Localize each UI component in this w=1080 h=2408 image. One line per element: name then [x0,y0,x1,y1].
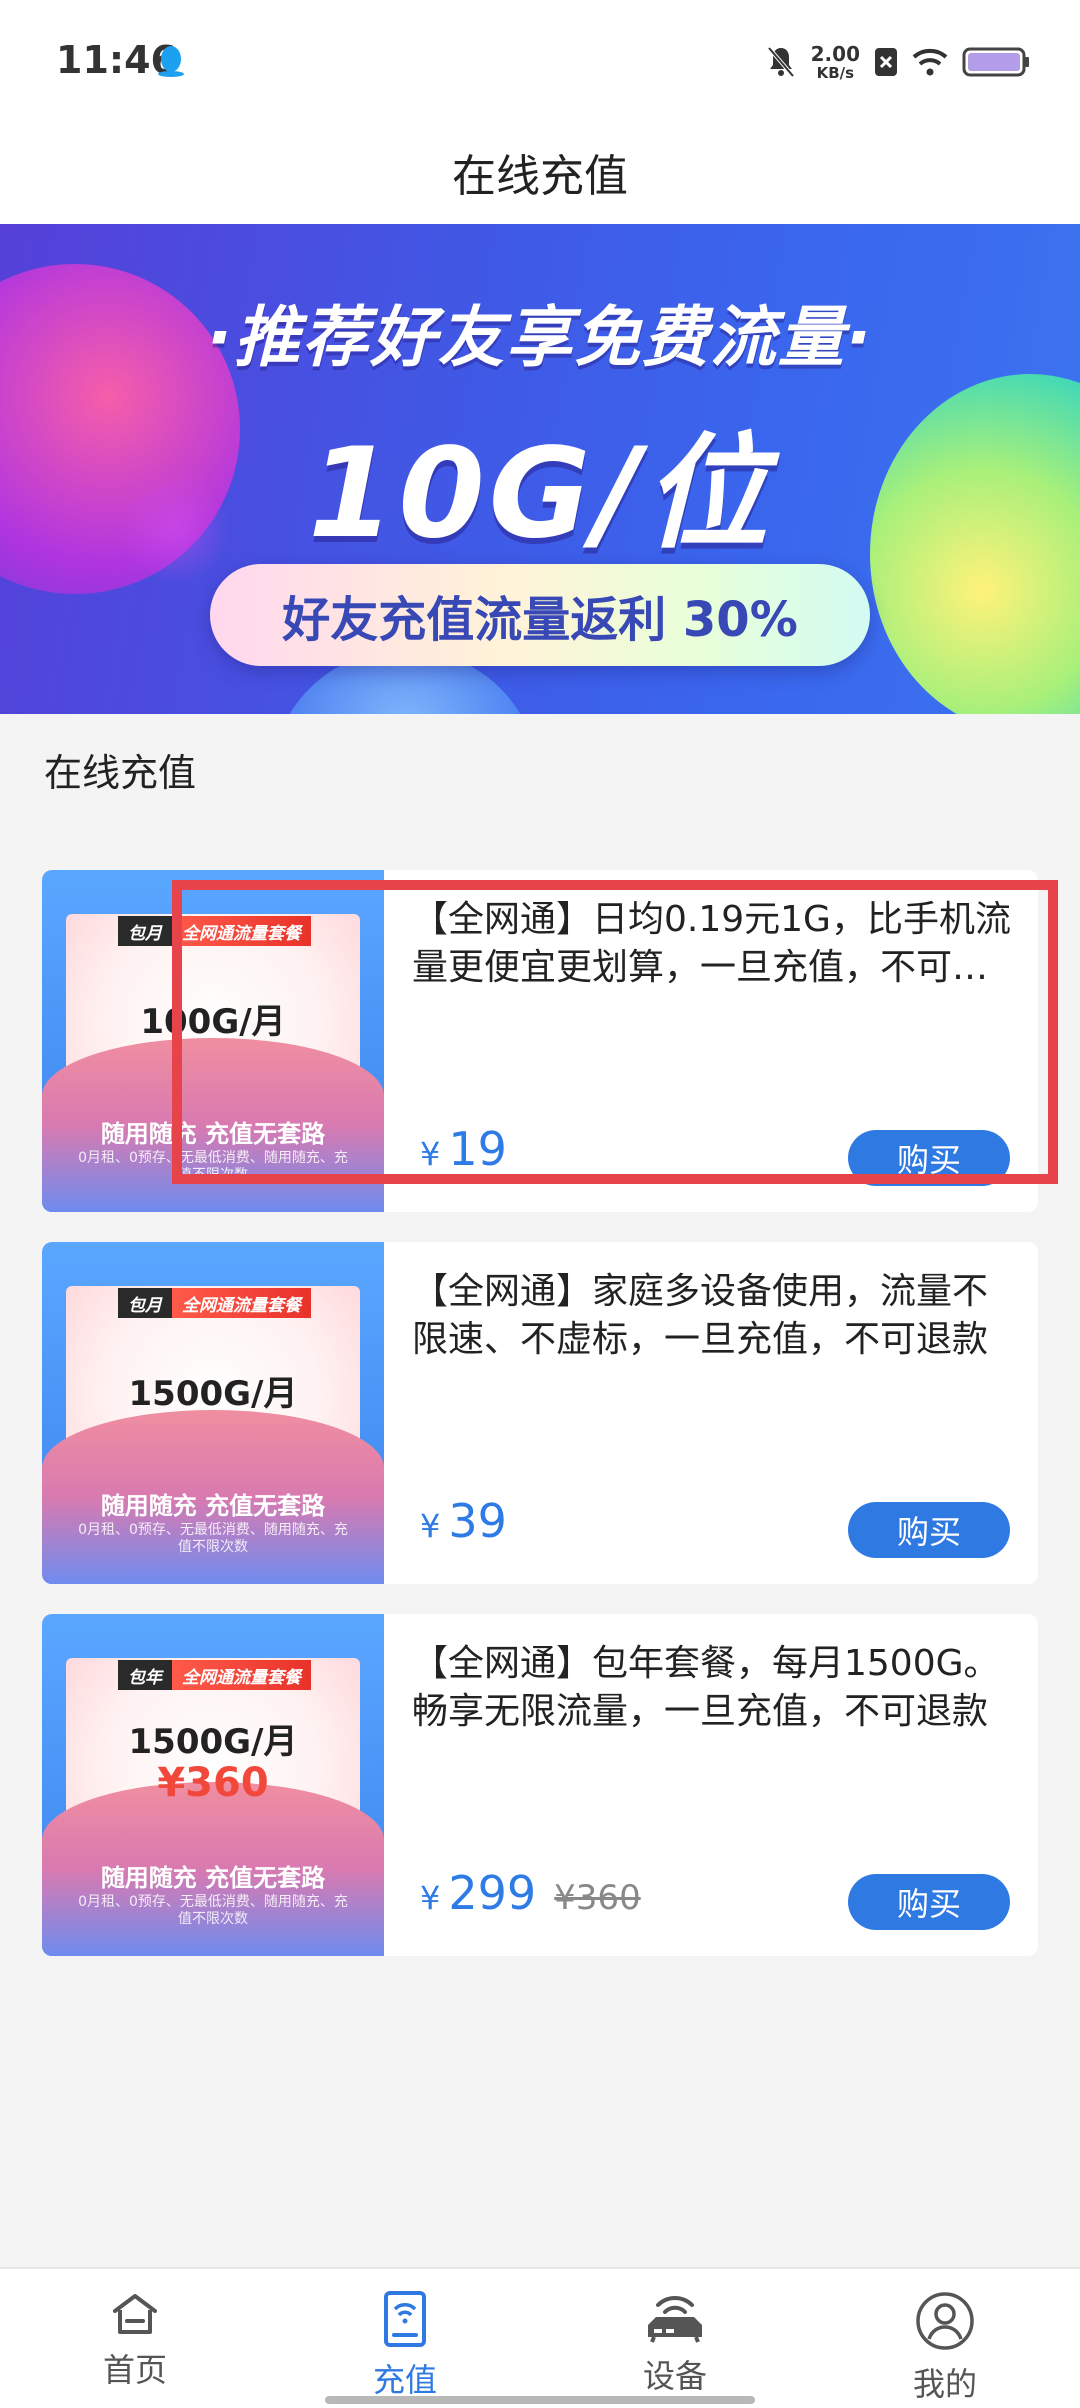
plan-name: 1500G/月 [128,1722,298,1762]
nav-label: 首页 [102,2351,167,2389]
recharge-icon [384,2291,426,2347]
plan-type-tag: 全网通流量套餐 [172,916,311,946]
plan-fine-print: 0月租、0预存、无最低消费、随用随充、充值不限次数 [78,1894,348,1927]
plan-slogan: 随用随充 充值无套路 [100,1864,326,1892]
currency-symbol: ¥ [420,1135,441,1173]
price-amount: 299 [448,1866,537,1920]
net-speed-unit: KB/s [816,63,855,82]
battery-icon [962,47,1029,77]
currency-symbol: ¥ [420,1879,441,1917]
product-price: ¥ 299 ¥360 [420,1866,641,1920]
no-sim-icon [875,48,897,76]
section-title: 在线充值 [44,751,197,795]
router-icon [648,2295,702,2343]
plan-thumbnail-price: ¥360 [157,1760,269,1806]
banner-rebate-text: 好友充值流量返利 30% [282,592,798,648]
banner-headline: ·推荐好友享免费流量· [206,299,874,376]
product-thumbnail: 包年 全网通流量套餐 1500G/月 ¥360 随用随充 充值无套路 0月租、0… [42,1614,384,1956]
wifi-icon [912,48,948,76]
plan-period-tag: 包月 [118,1288,172,1318]
product-card[interactable]: 包月 全网通流量套餐 1500G/月 随用随充 充值无套路 0月租、0预存、无最… [42,1242,1038,1584]
product-price: ¥ 39 [420,1494,507,1548]
nav-label: 设备 [642,2357,707,2395]
nav-item-device[interactable]: 设备 [540,2269,810,2408]
plan-name: 100G/月 [140,1002,286,1042]
product-card[interactable]: 包月 全网通流量套餐 100G/月 随用随充 充值无套路 0月租、0预存、无最低… [42,870,1038,1212]
price-amount: 39 [448,1494,507,1548]
plan-tag: 包年 全网通流量套餐 [118,1660,311,1690]
home-indicator[interactable] [325,2396,755,2404]
product-price: ¥ 19 [420,1122,507,1176]
nav-label: 我的 [912,2365,977,2403]
plan-tag: 包月 全网通流量套餐 [118,916,311,946]
price-amount: 19 [448,1122,507,1176]
plan-tag: 包月 全网通流量套餐 [118,1288,311,1318]
product-description: 【全网通】日均0.19元1G，比手机流量更便宜更划算，一旦充值，不可退款 [412,899,1011,988]
plan-type-tag: 全网通流量套餐 [172,1660,311,1690]
bottom-nav: 首页 充值 设备 我的 [0,2267,1080,2408]
network-speed: 2.00 KB/s [811,44,860,81]
plan-period-tag: 包年 [118,1660,172,1690]
plan-fine-print: 0月租、0预存、无最低消费、随用随充、充值不限次数 [78,1150,348,1183]
profile-icon [916,2292,974,2350]
plan-slogan: 随用随充 充值无套路 [100,1492,326,1520]
qq-penguin-icon [158,46,184,77]
product-thumbnail: 包月 全网通流量套餐 1500G/月 随用随充 充值无套路 0月租、0预存、无最… [42,1242,384,1584]
plan-period-tag: 包月 [118,916,172,946]
banner-offer: 10G/位 [308,422,772,566]
app-header: 在线充值 [0,120,1080,224]
product-description: 【全网通】包年套餐，每月1500G。畅享无限流量，一旦充值，不可退款 [412,1643,1000,1732]
nav-item-recharge[interactable]: 充值 [270,2269,540,2408]
currency-symbol: ¥ [420,1507,441,1545]
status-bar: 11:46 2.00 KB/s [0,0,1080,120]
home-icon [113,2294,157,2334]
buy-button[interactable]: 购买 [848,1502,1010,1558]
page-title: 在线充值 [452,151,628,202]
status-icons: 2.00 KB/s [765,40,1030,84]
buy-button[interactable]: 购买 [848,1130,1010,1186]
nav-label: 充值 [372,2361,437,2399]
plan-type-tag: 全网通流量套餐 [172,1288,311,1318]
plan-slogan: 随用随充 充值无套路 [100,1120,326,1148]
promo-banner[interactable]: ·推荐好友享免费流量· 10G/位 好友充值流量返利 30% [0,224,1080,714]
product-description: 【全网通】家庭多设备使用，流量不限速、不虚标，一旦充值，不可退款 [412,1271,989,1360]
plan-name: 1500G/月 [128,1374,298,1414]
buy-button[interactable]: 购买 [848,1874,1010,1930]
mute-bell-icon [767,46,795,78]
plan-fine-print: 0月租、0预存、无最低消费、随用随充、充值不限次数 [78,1522,348,1555]
product-card[interactable]: 包年 全网通流量套餐 1500G/月 ¥360 随用随充 充值无套路 0月租、0… [42,1614,1038,1956]
nav-item-home[interactable]: 首页 [0,2269,270,2408]
net-speed-value: 2.00 [810,41,860,66]
original-price: ¥360 [554,1878,641,1918]
nav-item-profile[interactable]: 我的 [810,2269,1080,2408]
banner-rebate-pill: 好友充值流量返利 30% [210,564,870,666]
product-thumbnail: 包月 全网通流量套餐 100G/月 随用随充 充值无套路 0月租、0预存、无最低… [42,870,384,1212]
